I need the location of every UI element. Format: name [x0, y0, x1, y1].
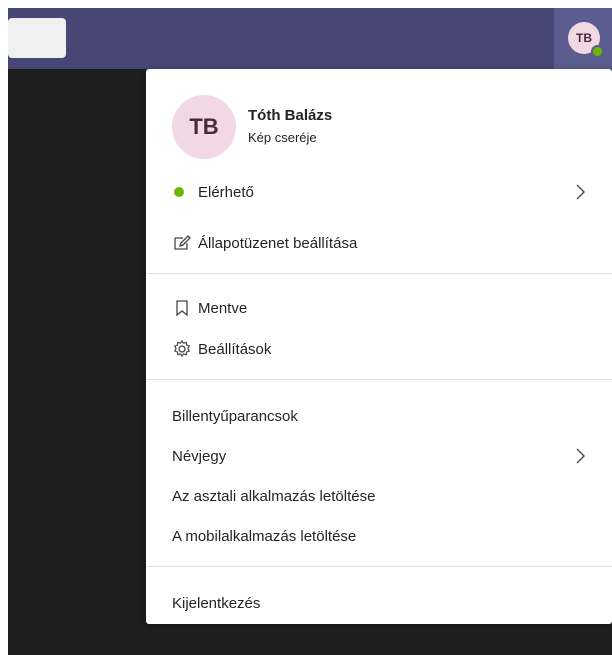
- download-desktop-item[interactable]: Az asztali alkalmazás letöltése: [172, 482, 612, 510]
- chevron-right-icon: [576, 184, 585, 200]
- profile-menu: TB Tóth Balázs Kép cseréje Elérhető Álla…: [146, 69, 612, 624]
- top-bar: TB: [8, 8, 612, 69]
- saved-item[interactable]: Mentve: [172, 294, 612, 322]
- presence-available-icon: [591, 45, 604, 58]
- sign-out-label: Kijelentkezés: [172, 594, 261, 612]
- status-menu-item[interactable]: Elérhető: [172, 178, 612, 206]
- profile-avatar[interactable]: TB: [172, 95, 236, 159]
- change-picture-link[interactable]: Kép cseréje: [248, 128, 332, 148]
- keyboard-shortcuts-item[interactable]: Billentyűparancsok: [172, 402, 612, 430]
- profile-button[interactable]: TB: [554, 8, 612, 69]
- set-status-message-label: Állapotüzenet beállítása: [198, 234, 358, 252]
- keyboard-shortcuts-label: Billentyűparancsok: [172, 407, 298, 425]
- divider: [146, 379, 612, 380]
- bookmark-icon: [176, 300, 188, 317]
- profile-name: Tóth Balázs: [248, 107, 333, 124]
- profile-header: TB Tóth Balázs Kép cseréje: [172, 95, 332, 159]
- sign-out-item[interactable]: Kijelentkezés: [172, 589, 612, 617]
- saved-label: Mentve: [198, 299, 248, 317]
- download-mobile-label: A mobilalkalmazás letöltése: [172, 527, 357, 545]
- settings-label: Beállítások: [198, 340, 272, 358]
- chevron-right-icon: [576, 448, 585, 464]
- about-item[interactable]: Névjegy: [172, 442, 612, 470]
- status-available-icon: [174, 187, 184, 197]
- gear-icon: [173, 339, 191, 358]
- download-mobile-item[interactable]: A mobilalkalmazás letöltése: [172, 522, 612, 550]
- status-label: Elérhető: [198, 183, 254, 201]
- edit-message-icon: [174, 235, 191, 250]
- settings-item[interactable]: Beállítások: [172, 335, 612, 363]
- divider: [146, 566, 612, 567]
- about-label: Névjegy: [172, 447, 227, 465]
- download-desktop-label: Az asztali alkalmazás letöltése: [172, 487, 376, 505]
- set-status-message-item[interactable]: Állapotüzenet beállítása: [172, 229, 612, 257]
- search-input[interactable]: [8, 18, 66, 58]
- divider: [146, 273, 612, 274]
- app-window: TB TB Tóth Balázs Kép cseréje Elérhető Á…: [8, 8, 612, 655]
